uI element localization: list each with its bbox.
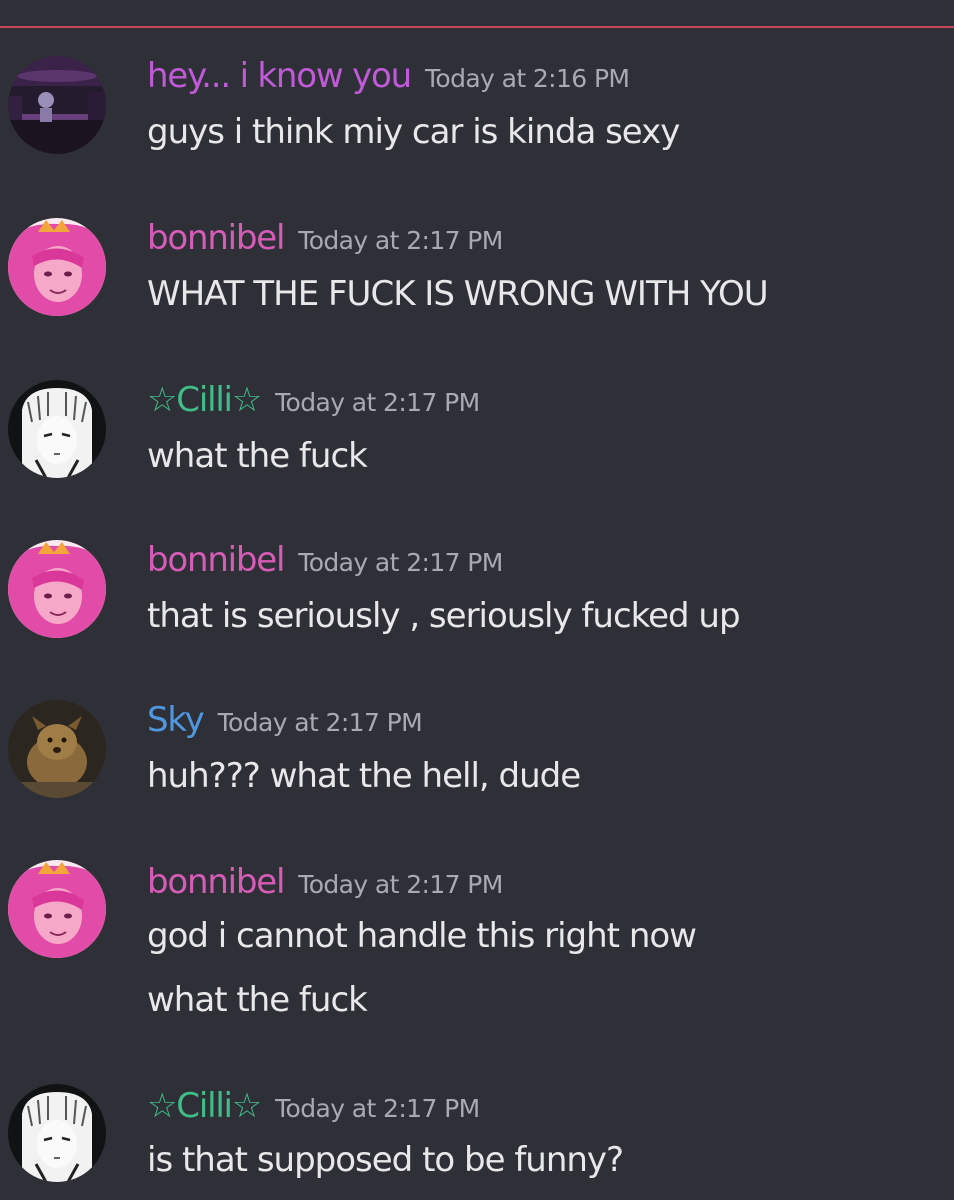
pink-hair-princess-avatar-icon[interactable] <box>8 540 106 638</box>
message-text: WHAT THE FUCK IS WRONG WITH YOU <box>147 274 769 314</box>
username[interactable]: Sky <box>147 700 205 740</box>
pink-hair-princess-avatar-icon[interactable] <box>8 860 106 958</box>
timestamp: Today at 2:17 PM <box>298 870 503 899</box>
message-text: what the fuck <box>147 436 368 476</box>
timestamp: Today at 2:17 PM <box>275 1094 480 1123</box>
timestamp: Today at 2:17 PM <box>217 708 423 737</box>
username[interactable]: bonnibel <box>147 862 285 902</box>
message-header: bonnibel Today at 2:17 PM <box>147 218 503 258</box>
message-header: ☆Cilli☆ Today at 2:17 PM <box>147 1086 480 1126</box>
username[interactable]: hey... i know you <box>147 56 412 96</box>
message-header: ☆Cilli☆ Today at 2:17 PM <box>147 380 480 420</box>
dark-purple-scene-avatar-icon[interactable] <box>8 56 106 154</box>
timestamp: Today at 2:16 PM <box>424 64 630 93</box>
timestamp: Today at 2:17 PM <box>298 226 503 255</box>
username[interactable]: bonnibel <box>147 218 285 258</box>
message-header: bonnibel Today at 2:17 PM <box>147 862 503 902</box>
message-text: guys i think miy car is kinda sexy <box>147 112 680 152</box>
unread-divider <box>0 26 954 28</box>
username[interactable]: ☆Cilli☆ <box>147 1086 262 1126</box>
username[interactable]: bonnibel <box>147 540 285 580</box>
username[interactable]: ☆Cilli☆ <box>147 380 262 420</box>
message-header: hey... i know you Today at 2:16 PM <box>147 56 630 96</box>
pink-hair-princess-avatar-icon[interactable] <box>8 218 106 316</box>
timestamp: Today at 2:17 PM <box>275 388 480 417</box>
message-text: what the fuck <box>147 980 368 1020</box>
message-header: bonnibel Today at 2:17 PM <box>147 540 503 580</box>
message-text: huh??? what the hell, dude <box>147 756 581 796</box>
white-hair-manga-avatar-icon[interactable] <box>8 380 106 478</box>
timestamp: Today at 2:17 PM <box>298 548 503 577</box>
message-text: is that supposed to be funny? <box>147 1140 624 1180</box>
message-header: Sky Today at 2:17 PM <box>147 700 423 740</box>
brown-dog-avatar-icon[interactable] <box>8 700 106 798</box>
message-text: god i cannot handle this right now <box>147 916 697 956</box>
message-text: that is seriously , seriously fucked up <box>147 596 741 636</box>
white-hair-manga-avatar-icon[interactable] <box>8 1084 106 1182</box>
